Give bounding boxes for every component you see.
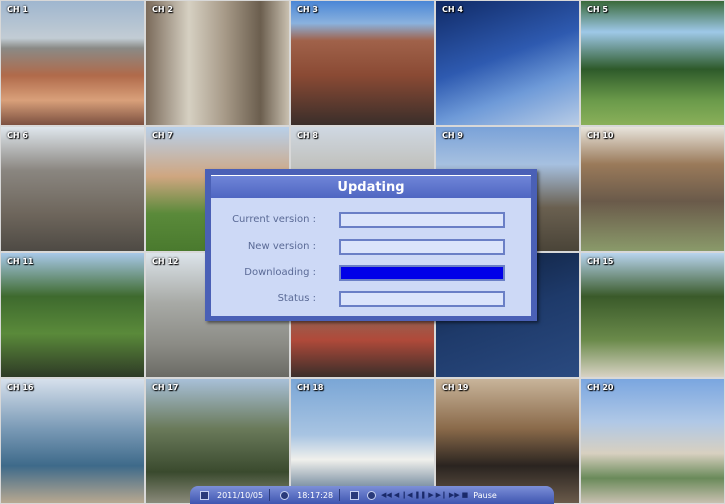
- camera-feed: [1, 253, 144, 377]
- current-version-field: [339, 212, 505, 228]
- status-row: Status :: [211, 291, 531, 309]
- camera-feed: [146, 1, 289, 125]
- current-version-row: Current version :: [211, 212, 531, 230]
- calendar-icon[interactable]: [200, 490, 209, 500]
- channel-label: CH 10: [587, 131, 614, 140]
- dialog-title: Updating: [211, 176, 531, 198]
- channel-label: CH 9: [442, 131, 463, 140]
- step-forward-icon[interactable]: ▶❙: [436, 491, 447, 499]
- camera-feed: [436, 379, 579, 503]
- new-version-label: New version :: [247, 241, 316, 252]
- playback-mode: Pause: [473, 490, 497, 500]
- playback-time: 18:17:28: [297, 490, 334, 500]
- channel-label: CH 18: [297, 383, 324, 392]
- divider: [269, 489, 271, 501]
- channel-label: CH 15: [587, 257, 614, 266]
- channel-label: CH 8: [297, 131, 318, 140]
- channel-label: CH 5: [587, 5, 608, 14]
- channel-tile-2[interactable]: CH 2: [145, 0, 290, 126]
- channel-label: CH 17: [152, 383, 179, 392]
- playback-bar: 2011/10/05 18:17:28 ◀◀ ◀ ❙◀ ❚❚ ▶ ▶❙ ▶▶ ■…: [190, 486, 554, 504]
- play-icon[interactable]: ▶: [428, 491, 433, 499]
- status-field: [339, 291, 505, 307]
- channel-label: CH 20: [587, 383, 614, 392]
- channel-tile-4[interactable]: CH 4: [435, 0, 580, 126]
- camera-feed: [291, 379, 434, 503]
- channel-tile-3[interactable]: CH 3: [290, 0, 435, 126]
- channel-tile-11[interactable]: CH 11: [0, 252, 145, 378]
- rewind-icon[interactable]: ◀: [394, 491, 399, 499]
- forward-fast-icon[interactable]: ▶▶: [449, 491, 460, 499]
- camera-feed: [291, 1, 434, 125]
- playback-date: 2011/10/05: [217, 490, 264, 500]
- channel-tile-16[interactable]: CH 16: [0, 378, 145, 504]
- updating-dialog: Updating Current version : New version :…: [205, 169, 537, 321]
- new-version-row: New version :: [211, 239, 531, 257]
- camera-feed: [581, 379, 724, 503]
- step-back-icon[interactable]: ❙◀: [401, 491, 412, 499]
- channel-label: CH 6: [7, 131, 28, 140]
- camera-feed: [1, 379, 144, 503]
- rewind-fast-icon[interactable]: ◀◀: [381, 491, 392, 499]
- channel-label: CH 12: [152, 257, 179, 266]
- stop-icon[interactable]: ■: [462, 491, 469, 499]
- downloading-progress-bar: [339, 265, 505, 281]
- camera-feed: [436, 1, 579, 125]
- speed-icon[interactable]: [367, 490, 377, 500]
- channel-label: CH 16: [7, 383, 34, 392]
- dialog-body: Updating Current version : New version :…: [211, 175, 531, 316]
- clock-icon[interactable]: [280, 490, 290, 500]
- channel-label: CH 7: [152, 131, 173, 140]
- channel-label: CH 1: [7, 5, 28, 14]
- channel-label: CH 11: [7, 257, 34, 266]
- pause-icon[interactable]: ❚❚: [414, 491, 426, 499]
- channel-tile-1[interactable]: CH 1: [0, 0, 145, 126]
- channel-label: CH 3: [297, 5, 318, 14]
- camera-feed: [581, 1, 724, 125]
- grid-layout-icon[interactable]: [350, 490, 360, 500]
- camera-feed: [581, 127, 724, 251]
- camera-feed: [581, 253, 724, 377]
- status-label: Status :: [277, 293, 316, 304]
- divider: [339, 489, 341, 501]
- channel-tile-5[interactable]: CH 5: [580, 0, 725, 126]
- camera-feed: [146, 379, 289, 503]
- downloading-progress-fill: [341, 267, 503, 279]
- new-version-field: [339, 239, 505, 255]
- current-version-label: Current version :: [232, 214, 316, 225]
- channel-tile-20[interactable]: CH 20: [580, 378, 725, 504]
- channel-label: CH 2: [152, 5, 173, 14]
- channel-tile-15[interactable]: CH 15: [580, 252, 725, 378]
- channel-label: CH 19: [442, 383, 469, 392]
- channel-label: CH 4: [442, 5, 463, 14]
- downloading-row: Downloading :: [211, 265, 531, 283]
- channel-tile-6[interactable]: CH 6: [0, 126, 145, 252]
- downloading-label: Downloading :: [244, 267, 316, 278]
- camera-feed: [1, 127, 144, 251]
- camera-feed: [1, 1, 144, 125]
- channel-tile-10[interactable]: CH 10: [580, 126, 725, 252]
